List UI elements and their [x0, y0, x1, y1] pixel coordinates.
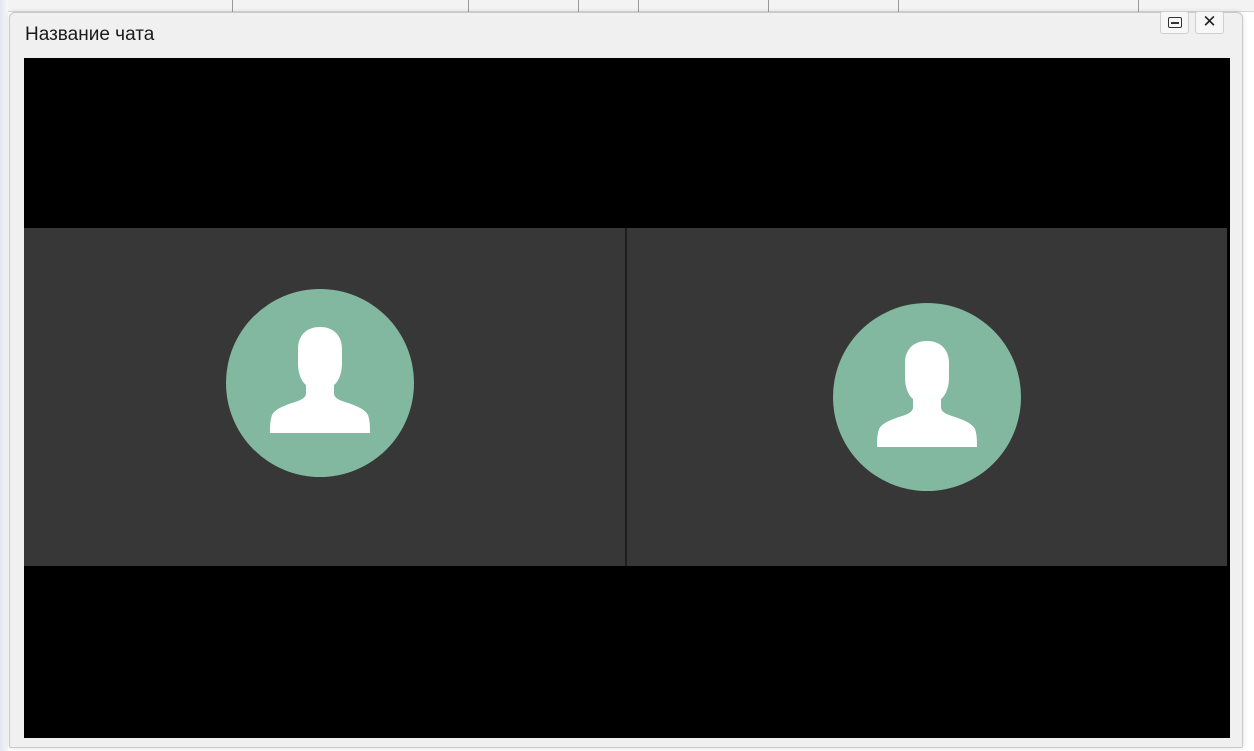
participant-tile-1[interactable] — [24, 228, 625, 566]
person-silhouette-icon — [270, 327, 370, 433]
person-silhouette-icon — [877, 341, 977, 447]
close-icon: ✕ — [1202, 12, 1217, 32]
user-avatar-icon — [833, 303, 1021, 491]
video-call-area — [24, 58, 1230, 738]
background-left-edge — [0, 0, 8, 751]
participant-tile-2[interactable] — [627, 228, 1227, 566]
background-table-strip — [0, 0, 1254, 12]
user-avatar-icon — [226, 289, 414, 477]
window-controls: ✕ — [1160, 11, 1224, 34]
dialog-title: Название чата — [25, 24, 155, 45]
minimize-button[interactable] — [1160, 11, 1189, 34]
close-button[interactable]: ✕ — [1195, 11, 1224, 34]
minimize-icon — [1167, 17, 1182, 28]
chat-dialog: Название чата ✕ — [9, 11, 1243, 748]
